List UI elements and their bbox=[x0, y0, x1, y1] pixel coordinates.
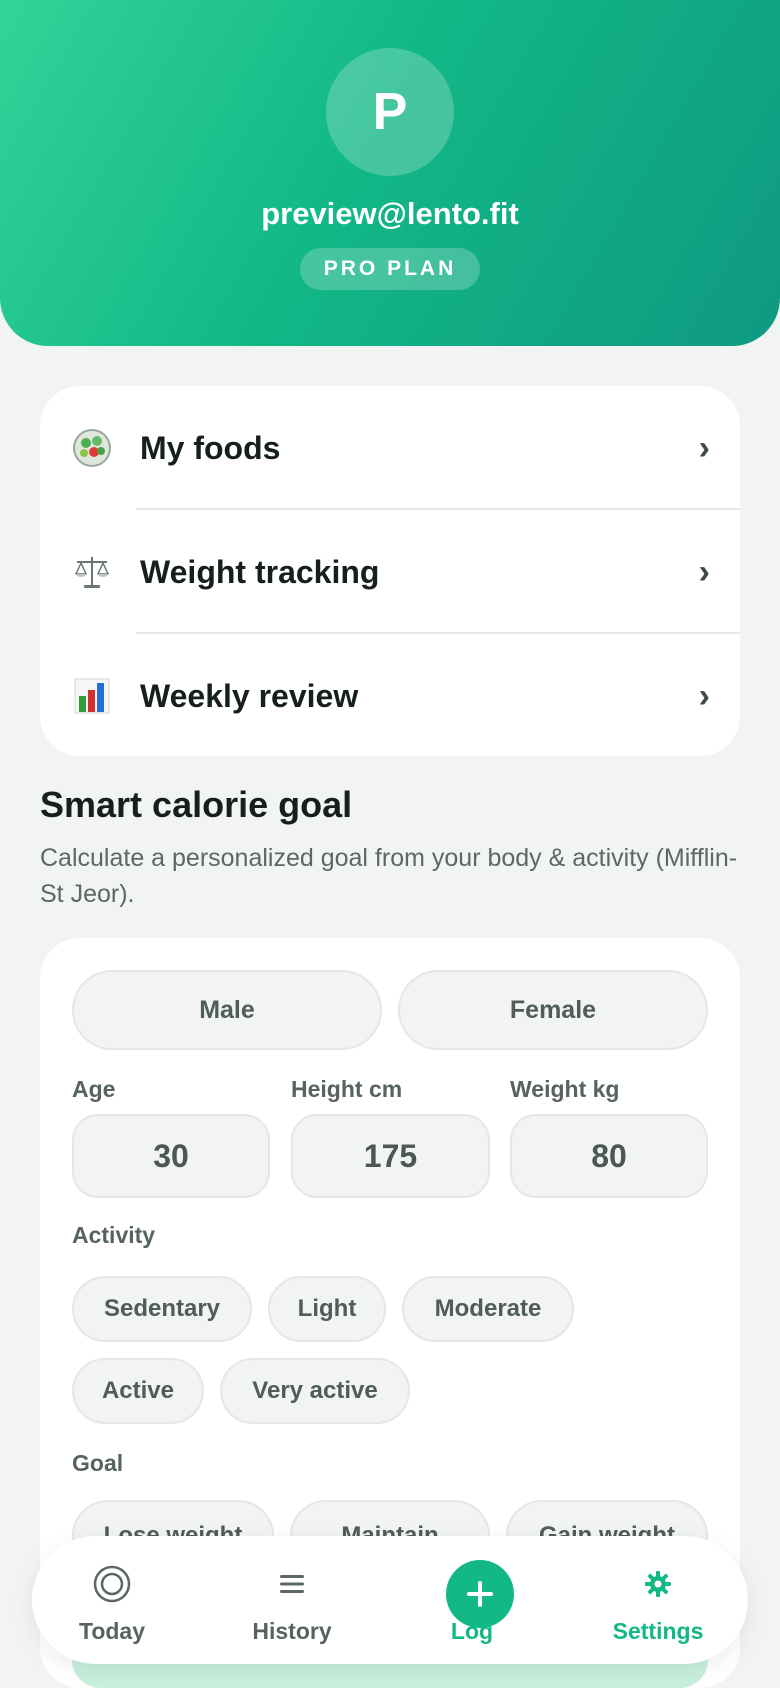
weight-input[interactable] bbox=[510, 1114, 708, 1198]
menu-item-weight-tracking[interactable]: Weight tracking › bbox=[40, 510, 740, 634]
tab-label: History bbox=[252, 1618, 332, 1644]
tab-label: Settings bbox=[612, 1618, 704, 1644]
age-input[interactable] bbox=[72, 1114, 270, 1198]
section-title: Smart calorie goal bbox=[40, 784, 353, 825]
salad-bowl-icon bbox=[70, 426, 114, 470]
avatar: P bbox=[326, 48, 454, 176]
menu-item-label: My foods bbox=[140, 429, 281, 466]
tab-settings[interactable]: Settings bbox=[578, 1536, 738, 1664]
activity-light-chip[interactable]: Light bbox=[268, 1276, 386, 1342]
sex-male-button[interactable]: Male bbox=[72, 970, 382, 1050]
plus-icon bbox=[467, 1581, 493, 1607]
activity-active-chip[interactable]: Active bbox=[72, 1358, 204, 1424]
activity-very-active-chip[interactable]: Very active bbox=[220, 1358, 410, 1424]
user-email: preview@lento.fit bbox=[261, 196, 519, 231]
plan-badge: PRO PLAN bbox=[300, 248, 480, 290]
target-circle-icon bbox=[32, 1560, 192, 1608]
tab-label: Today bbox=[78, 1618, 146, 1644]
balance-scale-icon bbox=[70, 550, 114, 594]
age-label: Age bbox=[72, 1076, 116, 1102]
weight-label: Weight kg bbox=[510, 1076, 620, 1102]
tab-today[interactable]: Today bbox=[32, 1536, 192, 1664]
activity-moderate-chip[interactable]: Moderate bbox=[402, 1276, 574, 1342]
bar-chart-icon bbox=[70, 674, 114, 718]
activity-label: Activity bbox=[72, 1222, 156, 1248]
tab-history[interactable]: History bbox=[212, 1536, 372, 1664]
height-label: Height cm bbox=[291, 1076, 403, 1102]
menu-item-weekly-review[interactable]: Weekly review › bbox=[40, 634, 740, 756]
section-description: Calculate a personalized goal from your … bbox=[40, 844, 738, 908]
chevron-right-icon: › bbox=[698, 552, 710, 591]
sex-female-button[interactable]: Female bbox=[398, 970, 708, 1050]
profile-header: P preview@lento.fit PRO PLAN bbox=[0, 0, 780, 346]
bottom-tab-bar: Today History Log Settings bbox=[32, 1536, 748, 1664]
menu-item-label: Weight tracking bbox=[140, 553, 380, 590]
list-lines-icon bbox=[212, 1560, 372, 1608]
menu-item-my-foods[interactable]: My foods › bbox=[40, 386, 740, 510]
gear-icon bbox=[578, 1560, 738, 1608]
chevron-right-icon: › bbox=[698, 428, 710, 467]
chevron-right-icon: › bbox=[698, 676, 710, 715]
log-add-button[interactable] bbox=[446, 1560, 514, 1628]
height-input[interactable] bbox=[291, 1114, 490, 1198]
menu-card: My foods › Weight tracking › Weekly revi… bbox=[40, 386, 740, 756]
activity-sedentary-chip[interactable]: Sedentary bbox=[72, 1276, 252, 1342]
menu-item-label: Weekly review bbox=[140, 677, 359, 714]
goal-label: Goal bbox=[72, 1450, 124, 1476]
